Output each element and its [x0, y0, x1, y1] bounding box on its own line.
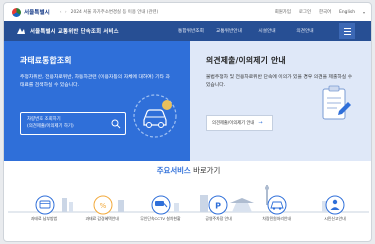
seoul-logo[interactable]: 서울특별시: [12, 7, 50, 17]
service-link-cctv[interactable]: 무인단속CCTV 설치현황: [136, 216, 184, 222]
document-illustration-icon: [322, 85, 351, 120]
opinion-title: 의견제출/이의제기 안내: [206, 56, 286, 65]
site-header: 서울특별시 교통위반 단속조회 서비스 통합위반조회 교통위반안내 시설안내 의…: [4, 21, 371, 41]
notice-arrows-icon[interactable]: ‹ ›: [60, 10, 68, 15]
service-link-civil-affairs[interactable]: 차량민원처리안내: [253, 216, 301, 222]
util-link-english[interactable]: English: [339, 10, 355, 15]
menu-line: [343, 33, 351, 35]
service-logo[interactable]: 서울특별시 교통위반 단속조회 서비스: [16, 26, 119, 36]
util-link-korean[interactable]: 한국어: [319, 9, 331, 15]
civil-affairs-icon[interactable]: [267, 195, 287, 215]
car-illustration-icon: [133, 94, 177, 138]
opinion-guide-label: 의견제출/이의제기 안내: [212, 121, 255, 126]
opinion-guide-button[interactable]: 의견제출/이의제기 안내 →: [206, 115, 273, 131]
payment-icon[interactable]: [35, 195, 55, 215]
menu-line: [343, 30, 351, 32]
main-services-heading-accent: 주요서비스: [156, 166, 191, 175]
menu-line: [343, 27, 351, 29]
util-link-signup[interactable]: 회원가입: [275, 9, 291, 15]
service-icons-layer: % P: [35, 195, 345, 215]
fine-lookup-desc: 주정차위반, 전용차로위반, 차동차관련 (이용자등의 자체에 대하여) 기타 …: [20, 75, 170, 89]
service-link-citizen-report[interactable]: 시민신고안내: [311, 216, 359, 222]
parking-icon[interactable]: P: [208, 195, 228, 215]
notice-ticker[interactable]: ‹ › 2024 서울 자가주소변경실 등 이용 안내 (관련): [60, 9, 159, 16]
nav-item-opinion-guide[interactable]: 의견안내: [286, 21, 324, 41]
arrow-right-icon: →: [258, 120, 263, 126]
fine-lookup-card: 과태료통합조회 주정차위반, 전용차로위반, 차동차관련 (이용자등의 자체에 …: [4, 41, 190, 161]
service-link-discount[interactable]: 과태료 감경혜택안내: [78, 216, 126, 222]
seoul-logo-icon: [12, 7, 21, 17]
util-link-login[interactable]: 로그인: [299, 9, 311, 15]
main-services-heading: 주요서비스 바로가기: [4, 165, 371, 176]
main-nav: 통합위반조회 교통위반안내 시설안내 의견안내: [172, 21, 324, 41]
vehicle-search-button[interactable]: 차량번호 조회하기 (의견제출/이의제기 하기): [20, 112, 126, 135]
utility-bar: 서울특별시 ‹ › 2024 서울 자가주소변경실 등 이용 안내 (관련) 회…: [4, 3, 371, 21]
search-icon: [111, 119, 121, 129]
browser-frame: 서울특별시 ‹ › 2024 서울 자가주소변경실 등 이용 안내 (관련) 회…: [3, 2, 372, 242]
seoul-emblem-icon: [17, 28, 25, 34]
hamburger-menu-button[interactable]: [339, 23, 355, 39]
cctv-icon[interactable]: [151, 195, 171, 215]
nav-item-integrated-search[interactable]: 통합위반조회: [172, 21, 210, 41]
notice-text[interactable]: 2024 서울 자가주소변경실 등 이용 안내 (관련): [71, 9, 159, 15]
nav-item-facility-guide[interactable]: 시설안내: [248, 21, 286, 41]
service-link-payment[interactable]: 과태료 납부방법: [20, 216, 68, 222]
utility-links: 회원가입 로그인 한국어 English ▾: [275, 9, 365, 16]
fine-lookup-title: 과태료통합조회: [20, 56, 72, 65]
main-services-heading-rest: 바로가기: [190, 166, 221, 175]
chevron-down-icon[interactable]: ▾: [363, 10, 365, 15]
citizen-report-icon[interactable]: [325, 195, 345, 215]
svg-text:%: %: [100, 202, 107, 210]
nav-item-violation-guide[interactable]: 교통위반안내: [210, 21, 248, 41]
service-title: 서울특별시 교통위반 단속조회 서비스: [30, 29, 119, 35]
opinion-card: 의견제출/이의제기 안내 불법주정차 및 전용차로위반 단속에 이의가 있을 경…: [190, 41, 371, 161]
seoul-logo-text: 서울특별시: [24, 10, 50, 16]
svg-text:P: P: [215, 202, 221, 211]
service-link-parking[interactable]: 공영주차장 안내: [195, 216, 243, 222]
service-labels: 과태료 납부방법 과태료 감경혜택안내 무인단속CCTV 설치현황 공영주차장 …: [4, 216, 371, 222]
discount-icon[interactable]: %: [93, 195, 113, 215]
